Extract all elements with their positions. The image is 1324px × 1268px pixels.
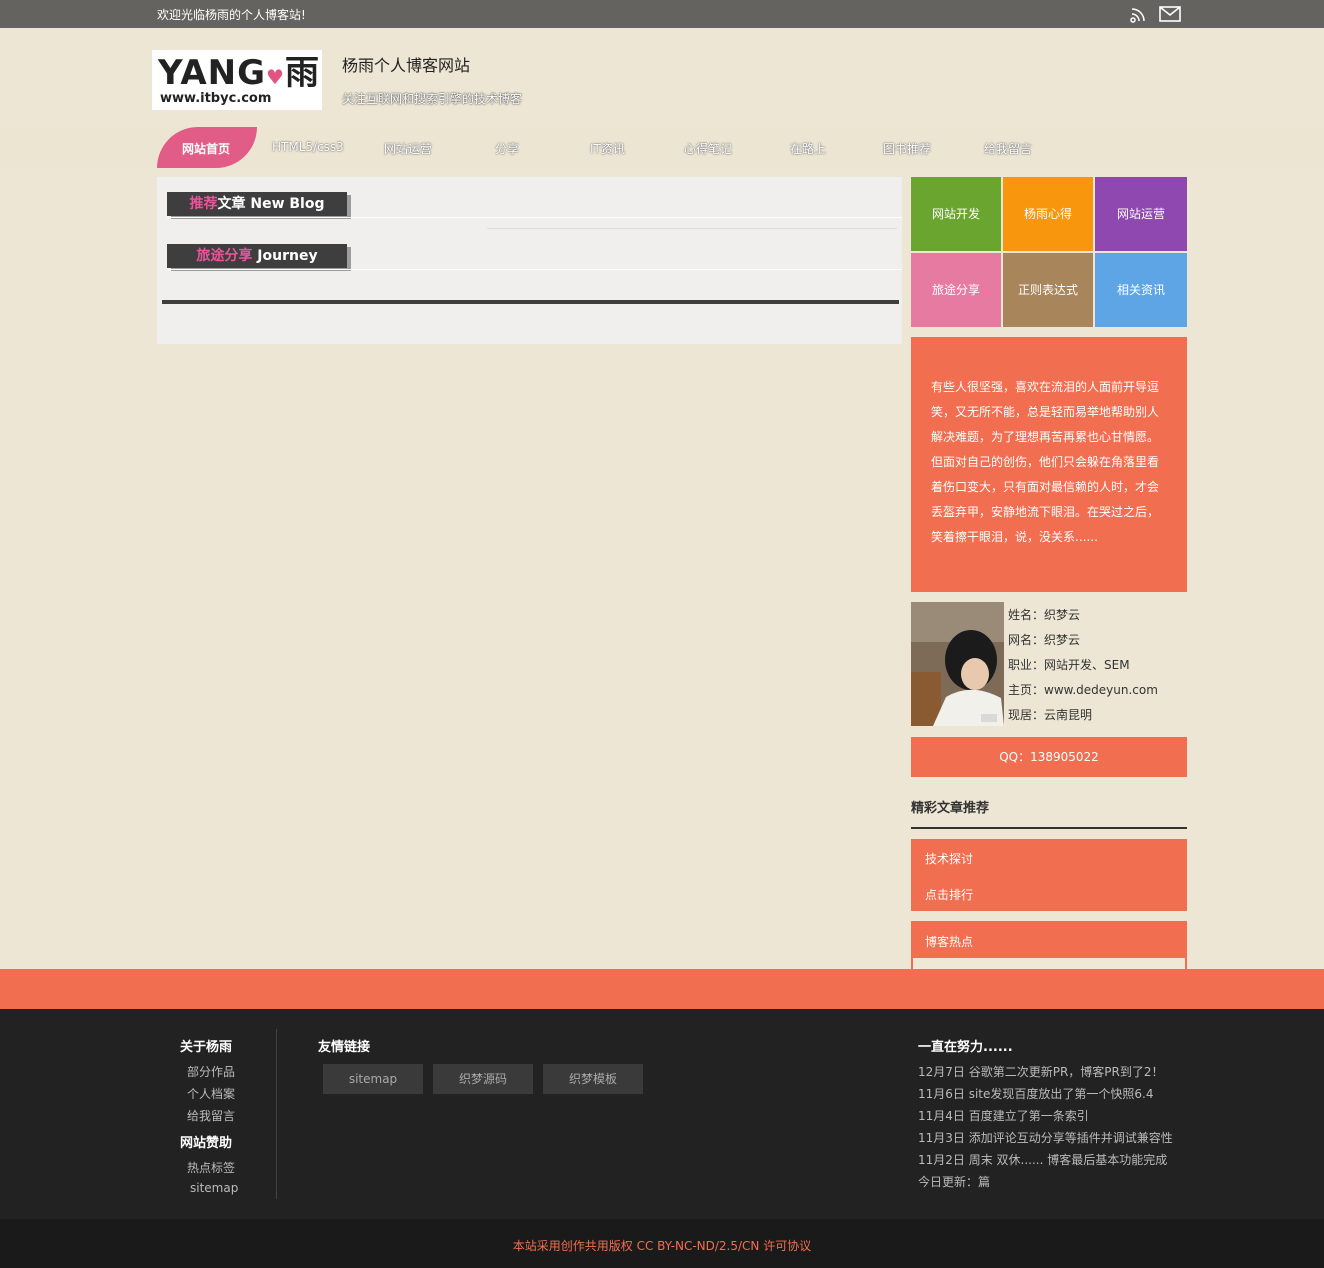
hot-list (913, 958, 1185, 969)
profile-name: 姓名：织梦云 (1008, 608, 1081, 622)
friend-link-sitemap[interactable]: sitemap (323, 1064, 423, 1094)
nav-item-books[interactable]: 图书推荐 (883, 140, 931, 157)
nav-item-it-news[interactable]: IT资讯 (590, 140, 625, 157)
recommend-box: 技术探讨 点击排行 (911, 839, 1187, 911)
mail-icon[interactable] (1159, 6, 1181, 22)
avatar (911, 602, 1004, 726)
news-item: 11月2日 周末 双休...... 博客最后基本功能完成 (918, 1153, 1168, 1167)
news-item: 今日更新：篇 (918, 1175, 991, 1189)
footer-sponsor-title: 网站赞助 (180, 1136, 233, 1151)
tile-yangyu-notes[interactable]: 杨雨心得 (1003, 177, 1093, 251)
hot-box: 博客热点 (911, 921, 1187, 969)
rss-icon[interactable] (1130, 5, 1150, 23)
tab-blog-hot[interactable]: 博客热点 (925, 933, 973, 950)
footer-band (0, 969, 1324, 1009)
footer-news-title: 一直在努力...... (918, 1040, 1013, 1055)
news-item: 11月4日 百度建立了第一条索引 (918, 1109, 1089, 1123)
tile-web-dev[interactable]: 网站开发 (911, 177, 1001, 251)
profile-job: 职业：网站开发、SEM (1008, 658, 1130, 672)
logo-wordmark: YANG♥雨 (158, 53, 320, 93)
profile-nickname: 网名：织梦云 (1008, 633, 1081, 647)
copyright-text: 本站采用创作共用版权 CC BY-NC-ND/2.5/CN 许可协议 (512, 1239, 812, 1253)
nav-item-operation[interactable]: 网站运营 (384, 140, 432, 157)
footer-link-profile[interactable]: 个人档案 (187, 1085, 235, 1102)
main-content: 推荐文章 New Blog 旅途分享 Journey (157, 177, 902, 344)
welcome-text: 欢迎光临杨雨的个人博客站! (157, 8, 306, 22)
site-subtitle: 关注互联网和搜索引擎的技术博客 (342, 92, 523, 106)
tab-tech-discussion[interactable]: 技术探讨 (925, 850, 973, 867)
nav-item-on-road[interactable]: 在路上 (790, 140, 826, 157)
tile-web-operation[interactable]: 网站运营 (1095, 177, 1187, 251)
footer-link-tags[interactable]: 热点标签 (187, 1159, 235, 1176)
nav-item-share[interactable]: 分享 (495, 140, 519, 157)
qq-contact[interactable]: QQ：138905022 (911, 737, 1187, 777)
section-title-new-blog: 推荐文章 New Blog (167, 192, 347, 216)
footer-link-works[interactable]: 部分作品 (187, 1063, 235, 1080)
profile-homepage: 主页：www.dedeyun.com (1008, 683, 1158, 697)
footer: 关于杨雨 部分作品 个人档案 给我留言 网站赞助 热点标签 sitemap 友情… (0, 1009, 1324, 1219)
divider (162, 300, 899, 304)
nav-item-html5[interactable]: HTML5/css3 (272, 140, 344, 154)
friend-link-dede-source[interactable]: 织梦源码 (433, 1064, 533, 1094)
main-nav: 网站首页 HTML5/css3 网站运营 分享 IT资讯 心得笔记 在路上 图书… (0, 127, 1324, 168)
copyright-bar: 本站采用创作共用版权 CC BY-NC-ND/2.5/CN 许可协议 (0, 1219, 1324, 1268)
news-item: 11月6日 site发现百度放出了第一个快照6.4 (918, 1087, 1154, 1101)
quote-box: 有些人很坚强，喜欢在流泪的人面前开导逗笑，又无所不能，总是轻而易举地帮助别人解决… (911, 337, 1187, 592)
footer-about-title: 关于杨雨 (180, 1040, 233, 1055)
site-logo[interactable]: YANG♥雨 www.itbyc.com (152, 50, 322, 110)
friend-link-dede-template[interactable]: 织梦模板 (543, 1064, 643, 1094)
section-title-journey: 旅途分享 Journey (167, 244, 347, 268)
news-item: 11月3日 添加评论互动分享等插件并调试兼容性 (918, 1131, 1173, 1145)
footer-divider (276, 1029, 277, 1199)
footer-link-message[interactable]: 给我留言 (187, 1107, 235, 1124)
profile-info: 姓名：织梦云 网名：织梦云 职业：网站开发、SEM 主页：www.dedeyun… (1008, 603, 1158, 728)
tile-journey[interactable]: 旅途分享 (911, 253, 1001, 327)
tile-related-news[interactable]: 相关资讯 (1095, 253, 1187, 327)
tab-click-ranking[interactable]: 点击排行 (925, 886, 973, 903)
tile-regex[interactable]: 正则表达式 (1003, 253, 1093, 327)
recommend-title: 精彩文章推荐 (911, 801, 990, 816)
divider (911, 827, 1187, 829)
profile-location: 现居：云南昆明 (1008, 708, 1093, 722)
site-title: 杨雨个人博客网站 (342, 56, 471, 75)
footer-link-sitemap[interactable]: sitemap (190, 1181, 238, 1195)
nav-item-message[interactable]: 给我留言 (984, 140, 1032, 157)
divider (167, 269, 902, 270)
news-item: 12月7日 谷歌第二次更新PR，博客PR到了2！ (918, 1065, 1164, 1079)
nav-item-notes[interactable]: 心得笔记 (684, 140, 732, 157)
divider (167, 217, 902, 218)
logo-url: www.itbyc.com (160, 91, 272, 106)
divider (487, 228, 897, 229)
footer-friends-title: 友情链接 (318, 1040, 371, 1055)
top-bar: 欢迎光临杨雨的个人博客站! (0, 0, 1324, 28)
nav-item-home[interactable]: 网站首页 (157, 127, 257, 168)
